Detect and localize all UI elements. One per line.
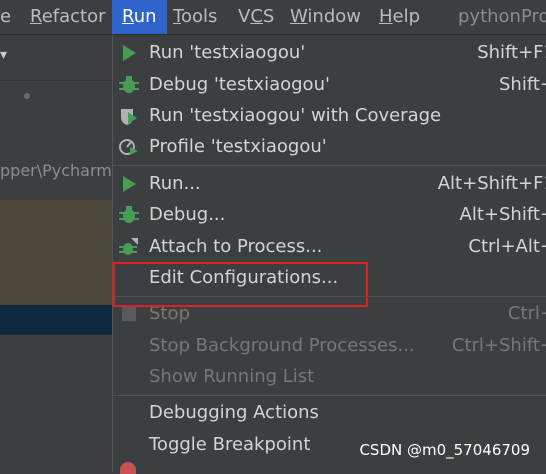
menu-item-shortcut: Shift+ (499, 74, 546, 95)
menu-help[interactable]: Help (379, 5, 420, 29)
menu-item-run-config[interactable]: Run 'testxiaogou' Shift+F1 (113, 38, 546, 68)
coverage-icon (121, 109, 137, 125)
menu-item-label: Toggle Breakpoint (149, 434, 311, 455)
menu-item-shortcut: Ctrl+Alt+ (468, 236, 546, 257)
menu-item-edit-configurations[interactable]: Edit Configurations... (113, 263, 546, 293)
menu-bar: e Refactor Run Tools VCS Window Help pyt… (0, 0, 546, 35)
menu-item-show-running-list[interactable]: Show Running List (113, 362, 546, 392)
editor-area-lower (0, 335, 112, 472)
menu-item-label: Debug 'testxiaogou' (149, 74, 330, 95)
menu-run[interactable]: Run (112, 0, 167, 34)
debug-icon (119, 76, 139, 93)
menu-item-label: Profile 'testxiaogou' (149, 136, 327, 157)
run-icon (123, 45, 136, 61)
menu-item-label: Edit Configurations... (149, 267, 339, 288)
menu-item-shortcut: Ctrl+Shift+ (451, 335, 546, 356)
attach-icon (119, 238, 138, 255)
chevron-down-icon[interactable]: ▾ (0, 47, 7, 63)
menu-vcs-mnemonic: C (250, 6, 263, 27)
menu-separator (113, 165, 546, 166)
menu-partial[interactable]: e (0, 5, 11, 29)
menu-item-label: Debugging Actions (149, 402, 319, 423)
run-menu-dropdown: Run 'testxiaogou' Shift+F1 Debug 'testxi… (112, 35, 546, 472)
menu-item-debug-ellipsis[interactable]: Debug... Alt+Shift+ (113, 200, 546, 230)
menu-item-label: Run 'testxiaogou' (149, 42, 306, 63)
menu-item-profile[interactable]: Profile 'testxiaogou' (113, 132, 546, 162)
tree-dot-icon (24, 93, 30, 99)
menu-window[interactable]: Window (290, 5, 361, 29)
menu-item-stop-background[interactable]: Stop Background Processes... Ctrl+Shift+ (113, 331, 546, 361)
menu-item-shortcut: Ctrl+ (507, 303, 546, 324)
menu-refactor[interactable]: Refactor (30, 5, 106, 29)
menu-item-debug-config[interactable]: Debug 'testxiaogou' Shift+ (113, 70, 546, 100)
run-icon (123, 176, 136, 192)
menu-item-shortcut: Shift+F1 (477, 42, 546, 63)
breakpoint-icon (120, 462, 136, 474)
menu-vcs[interactable]: VCS (238, 5, 274, 29)
debug-icon (119, 206, 139, 223)
menu-item-attach-process[interactable]: Attach to Process... Ctrl+Alt+ (113, 232, 546, 262)
project-pane: ▾ pper\Pycharm (0, 35, 112, 472)
menu-help-mnemonic: H (379, 6, 393, 27)
menu-separator (113, 395, 546, 396)
menu-refactor-mnemonic: R (30, 6, 42, 27)
menu-item-label: Stop Background Processes... (149, 335, 415, 356)
menu-tools-mnemonic: T (173, 6, 181, 27)
menu-item-run-coverage[interactable]: Run 'testxiaogou' with Coverage (113, 101, 546, 131)
selected-tree-row[interactable] (0, 305, 112, 335)
menu-separator (113, 296, 546, 297)
menu-item-shortcut: Alt+Shift+ (459, 204, 546, 225)
menu-item-label: Show Running List (149, 366, 315, 387)
menu-item-label: Debug... (149, 204, 226, 225)
menu-item-label: Stop (149, 303, 190, 324)
watermark: CSDN @m0_57046709 (359, 441, 530, 459)
menu-item-label: Attach to Process... (149, 236, 323, 257)
menu-item-debugging-actions[interactable]: Debugging Actions (113, 398, 546, 428)
menu-item-shortcut: Alt+Shift+F1 (437, 173, 546, 194)
menu-item-run-ellipsis[interactable]: Run... Alt+Shift+F1 (113, 169, 546, 199)
menu-run-mnemonic: R (122, 6, 134, 27)
menu-item-stop[interactable]: Stop Ctrl+ (113, 299, 546, 329)
stop-icon (122, 307, 136, 321)
project-pane-header: ▾ (0, 35, 112, 81)
window-title: pythonPro (458, 6, 546, 27)
project-path: pper\Pycharm (0, 161, 112, 180)
profile-icon (119, 139, 138, 155)
menu-item-label: Run 'testxiaogou' with Coverage (149, 105, 442, 126)
menu-tools[interactable]: Tools (173, 5, 217, 29)
menu-item-label: Run... (149, 173, 201, 194)
menu-window-mnemonic: W (290, 6, 308, 27)
